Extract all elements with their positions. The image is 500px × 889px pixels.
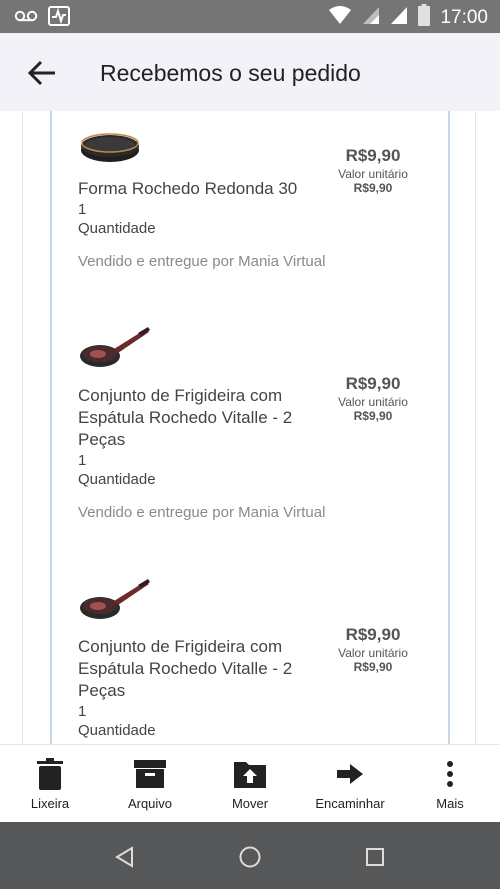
unit-price: R$9,90	[353, 660, 393, 674]
price-block: R$9,90 Valor unitário R$9,90	[328, 624, 418, 675]
move-button[interactable]: Mover	[200, 745, 300, 823]
archive-label: Arquivo	[127, 796, 173, 811]
more-vertical-icon	[433, 757, 467, 791]
quantity-label: Quantidade	[78, 722, 156, 739]
quantity-label: Quantidade	[78, 220, 156, 237]
product-image-round-pan[interactable]	[78, 126, 158, 186]
move-folder-icon	[233, 757, 267, 791]
unit-price: R$9,90	[353, 409, 393, 423]
trash-button[interactable]: Lixeira	[0, 745, 100, 823]
item-price: R$9,90	[345, 146, 401, 165]
battery-icon	[418, 4, 431, 31]
nav-recents-button[interactable]	[358, 840, 392, 874]
unit-price: R$9,90	[353, 181, 393, 195]
item-quantity: 1	[78, 703, 87, 720]
signal-icon	[362, 5, 380, 30]
status-bar: 17:00	[0, 0, 500, 33]
seller-text: Vendido e entregue por Mania Virtual	[78, 253, 326, 270]
divider	[22, 111, 23, 744]
unit-price-label: Valor unitário	[338, 646, 408, 660]
product-name[interactable]: Conjunto de Frigideira com Espátula Roch…	[78, 385, 323, 451]
item-price: R$9,90	[345, 625, 401, 644]
back-button[interactable]	[22, 53, 62, 93]
divider	[448, 111, 450, 744]
arrow-back-icon	[27, 60, 55, 86]
nav-home-button[interactable]	[233, 840, 267, 874]
bottom-toolbar: Lixeira Arquivo Mover Encaminhar Mais	[0, 744, 500, 822]
forward-arrow-icon	[333, 757, 367, 791]
forward-label: Encaminhar	[315, 796, 385, 811]
activity-icon	[48, 6, 70, 31]
app-bar: Recebemos o seu pedido	[0, 33, 500, 111]
nav-recents-icon	[366, 848, 384, 866]
order-item: R$9,90 Valor unitário R$9,90 Forma Roche…	[78, 121, 418, 271]
quantity-label: Quantidade	[78, 471, 156, 488]
nav-back-button[interactable]	[108, 840, 142, 874]
divider	[475, 111, 476, 744]
signal-icon	[390, 5, 408, 30]
nav-home-icon	[239, 846, 261, 868]
order-item: R$9,90 Valor unitário R$9,90 Conjunto de…	[78, 575, 418, 744]
item-quantity: 1	[78, 201, 87, 218]
email-content[interactable]: R$9,90 Valor unitário R$9,90 Forma Roche…	[0, 111, 500, 744]
product-name[interactable]: Conjunto de Frigideira com Espátula Roch…	[78, 636, 323, 702]
wifi-icon	[328, 5, 352, 30]
item-quantity: 1	[78, 452, 87, 469]
move-label: Mover	[231, 796, 269, 811]
more-label: Mais	[436, 796, 464, 811]
status-time: 17:00	[440, 6, 488, 28]
archive-button[interactable]: Arquivo	[100, 745, 200, 823]
item-price: R$9,90	[345, 374, 401, 393]
product-image-frying-pan[interactable]	[78, 323, 158, 383]
trash-icon	[33, 757, 67, 791]
divider	[50, 111, 52, 744]
unit-price-label: Valor unitário	[338, 167, 408, 181]
voicemail-icon	[14, 9, 38, 28]
unit-price-label: Valor unitário	[338, 395, 408, 409]
seller-text: Vendido e entregue por Mania Virtual	[78, 504, 326, 521]
order-item: R$9,90 Valor unitário R$9,90 Conjunto de…	[78, 323, 418, 523]
price-block: R$9,90 Valor unitário R$9,90	[328, 373, 418, 424]
product-image-frying-pan[interactable]	[78, 575, 158, 635]
price-block: R$9,90 Valor unitário R$9,90	[328, 145, 418, 196]
more-button[interactable]: Mais	[400, 745, 500, 823]
system-nav-bar	[0, 822, 500, 889]
archive-icon	[133, 757, 167, 791]
product-name[interactable]: Forma Rochedo Redonda 30	[78, 178, 323, 200]
page-title: Recebemos o seu pedido	[100, 60, 361, 86]
trash-label: Lixeira	[30, 796, 70, 811]
forward-button[interactable]: Encaminhar	[300, 745, 400, 823]
nav-back-icon	[115, 846, 133, 868]
